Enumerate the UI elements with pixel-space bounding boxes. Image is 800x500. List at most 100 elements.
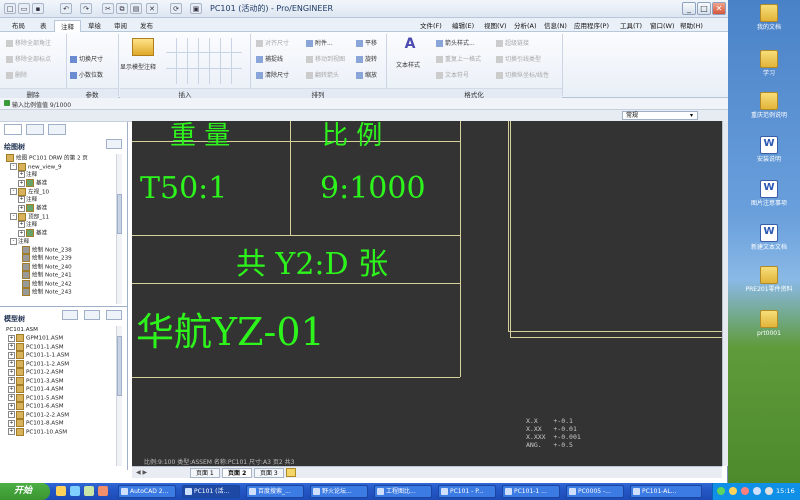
window-icon[interactable]: ▣ <box>190 3 202 14</box>
sheet-nav-icon[interactable]: ◀ ▶ <box>136 469 147 476</box>
insert-icon-grid[interactable] <box>166 38 242 84</box>
show-model-annotations-icon[interactable] <box>132 38 154 56</box>
scrollbar-thumb[interactable] <box>117 336 122 396</box>
menu-analysis[interactable]: 分析(A) <box>514 20 537 30</box>
desktop-icon-study[interactable]: 学习 <box>737 50 800 96</box>
desktop-icon-examples[interactable]: 重庆范例说明 <box>737 92 800 138</box>
text-symbol-button[interactable]: 文本符号 <box>436 70 469 79</box>
model-tree-item[interactable]: + PC101-10.ASM <box>6 427 114 437</box>
tree-item-annotations[interactable]: + 注释 <box>6 171 114 179</box>
model-tree-item[interactable]: + PC101-1-2.ASM <box>6 359 114 369</box>
tree-item-note[interactable]: 绘制 Note_238 <box>6 245 114 255</box>
taskbar-item-pc0005[interactable]: PC0005 -... <box>566 485 624 498</box>
remove-all-corners-button[interactable]: 移除全部角注 <box>6 38 51 47</box>
add-sheet-icon[interactable] <box>286 468 296 477</box>
delete-button[interactable]: 删除 <box>6 70 27 79</box>
tree-item-view[interactable]: - 左视_10 <box>6 187 114 197</box>
panel-divider[interactable] <box>0 306 128 307</box>
model-tree-item[interactable]: + PC101-2.ASM <box>6 368 114 377</box>
model-tree-item[interactable]: + PC101-2-2.ASM <box>6 410 114 420</box>
drawing-scrollbar[interactable] <box>722 121 728 466</box>
scrollbar-thumb[interactable] <box>117 194 122 234</box>
drawing-canvas[interactable]: 重 量 比 例 T50:1 9:1000 共 Y2:D 张 华航YZ-01 X.… <box>132 121 722 466</box>
desktop-icon-install-doc[interactable]: 安装说明 <box>737 136 800 182</box>
clean-dimensions-button[interactable]: 清除尺寸 <box>256 70 289 79</box>
desktop-icon-parts[interactable]: PRE201零件资料 <box>737 266 800 312</box>
tree-item-annotations[interactable]: + 注释 <box>6 221 114 229</box>
model-tree-item[interactable]: + PC101-4.ASM <box>6 385 114 394</box>
menu-help[interactable]: 帮助(H) <box>680 20 703 30</box>
quick-launch-icon[interactable] <box>56 486 66 496</box>
flip-arrows-button[interactable]: 翻转箭头 <box>306 70 339 79</box>
desktop-icon-prt0001[interactable]: prt0001 <box>737 310 800 356</box>
tab-annotate[interactable]: 注释 <box>54 20 81 32</box>
arrow-style-button[interactable]: 箭头样式... <box>436 38 475 47</box>
taskbar-item-pc101[interactable]: PC101 - P... <box>438 485 496 498</box>
quick-launch-icon[interactable] <box>84 486 94 496</box>
redo-icon[interactable]: ↷ <box>80 3 92 14</box>
sheet-tab-2[interactable]: 页面 2 <box>222 468 253 478</box>
tree-item-annotations[interactable]: + 注释 <box>6 196 114 204</box>
remove-all-breakpoints-button[interactable]: 移除全部标点 <box>6 54 51 63</box>
tab-model-tree-icon[interactable] <box>4 124 22 135</box>
toggle-dimension-button[interactable]: 切换尺寸 <box>70 54 103 63</box>
menu-tools[interactable]: 工具(T) <box>620 20 642 30</box>
open-icon[interactable]: ▭ <box>18 3 30 14</box>
repeat-format-button[interactable]: 重复上一格式 <box>436 54 481 63</box>
show-icon[interactable] <box>62 310 78 320</box>
tray-icon[interactable] <box>741 487 749 495</box>
close-button[interactable]: ✕ <box>712 2 726 15</box>
tree-item-root[interactable]: 绘图 PC101 DRW 的第 2 页 <box>6 154 114 163</box>
rotate-button[interactable]: 旋转 <box>356 54 377 63</box>
tree-item-view[interactable]: - new_view_9 <box>6 162 114 172</box>
delete-icon[interactable]: ✕ <box>146 3 158 14</box>
tray-icon[interactable] <box>765 487 773 495</box>
maximize-button[interactable]: □ <box>697 2 711 15</box>
tab-review[interactable]: 审阅 <box>108 20 133 32</box>
chevron-down-icon[interactable]: ▾ <box>690 112 693 119</box>
attachment-button[interactable]: 附件... <box>306 38 333 47</box>
weight-value-note[interactable]: T50:1 <box>140 171 227 206</box>
taskbar-item-forum[interactable]: 野火论坛... <box>310 485 368 498</box>
tree-item-note[interactable]: 绘制 Note_240 <box>6 262 114 272</box>
tree-item-annotations[interactable]: - 注释 <box>6 237 114 246</box>
menu-file[interactable]: 文件(F) <box>420 20 442 30</box>
quick-launch-icon[interactable] <box>98 486 108 496</box>
sheet-count-note[interactable]: 共 Y2:D 张 <box>236 239 388 283</box>
tray-icon[interactable] <box>729 487 737 495</box>
model-tree-item[interactable]: + PC101-1.ASM <box>6 342 114 352</box>
taskbar-item-baidu[interactable]: 百度搜索_... <box>246 485 304 498</box>
toggle-ordinate-button[interactable]: 切换纵坐标/线性 <box>496 70 549 79</box>
desktop-icon-picture-notes[interactable]: 图片注意事项 <box>737 180 800 226</box>
tree-item-note[interactable]: 绘制 Note_243 <box>6 288 114 297</box>
tree-item-datum[interactable]: + 基准 <box>6 229 114 238</box>
model-tree-item[interactable]: + PC101-8.ASM <box>6 419 114 428</box>
scale-button[interactable]: 缩放 <box>356 70 377 79</box>
taskbar-item-drawing[interactable]: 工程图比... <box>374 485 432 498</box>
text-style-icon[interactable]: A <box>400 36 420 56</box>
move-to-view-button[interactable]: 移动到视图 <box>306 54 345 63</box>
desktop-icon-documents[interactable]: 我的文档 <box>737 4 800 50</box>
start-button[interactable]: 开始 <box>0 483 50 500</box>
tab-layout[interactable]: 布局 <box>6 20 31 32</box>
snap-line-button[interactable]: 捕捉线 <box>256 54 283 63</box>
drawing-tree-scrollbar[interactable] <box>116 154 122 304</box>
menu-info[interactable]: 信息(N) <box>544 20 567 30</box>
cut-icon[interactable]: ✂ <box>102 3 114 14</box>
tab-favorites-icon[interactable] <box>48 124 66 135</box>
taskbar-item-autocad[interactable]: AutoCAD 2... <box>118 485 176 498</box>
taskbar-item-proe[interactable]: PC101 (活... <box>182 485 240 498</box>
tree-filter-icon[interactable] <box>84 310 100 320</box>
pan-button[interactable]: 平移 <box>356 38 377 47</box>
new-icon[interactable]: □ <box>4 3 16 14</box>
scale-label-note[interactable]: 比 例 <box>322 121 382 152</box>
tree-item-datum[interactable]: + 基准 <box>6 204 114 213</box>
tree-item-note[interactable]: 绘制 Note_239 <box>6 254 114 263</box>
scale-value-note[interactable]: 9:1000 <box>320 171 426 206</box>
paste-icon[interactable]: ▤ <box>130 3 142 14</box>
menu-applications[interactable]: 应用程序(P) <box>574 20 609 30</box>
tray-icon[interactable] <box>717 487 725 495</box>
quick-launch-icon[interactable] <box>70 486 80 496</box>
undo-icon[interactable]: ↶ <box>60 3 72 14</box>
model-tree-item[interactable]: + PC101-3.ASM <box>6 376 114 386</box>
